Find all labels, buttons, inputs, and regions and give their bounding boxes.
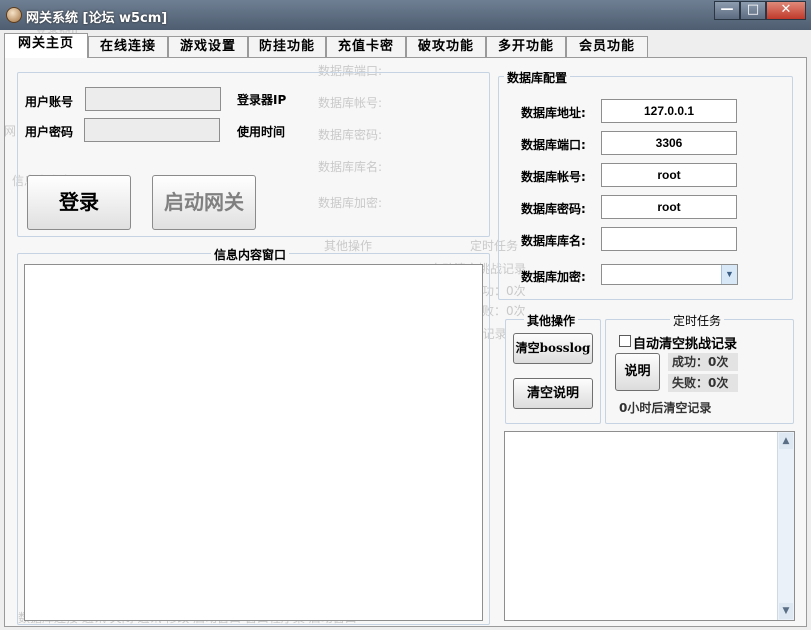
window-title: 网关系统 [论坛 w5cm] — [26, 11, 168, 26]
info-textarea[interactable] — [24, 264, 483, 621]
db-account-label: 数据库帐号: — [521, 170, 586, 184]
db-encrypt-label: 数据库加密: — [521, 270, 586, 284]
explain-button[interactable]: 说明 — [615, 353, 660, 391]
tab-recharge-cards[interactable]: 充值卡密 — [326, 36, 406, 57]
scroll-up-icon[interactable]: ▲ — [779, 433, 793, 449]
db-account-input[interactable]: root — [601, 163, 737, 187]
db-encrypt-select[interactable]: ▼ — [601, 264, 738, 285]
clear-bosslog-button[interactable]: 清空bosslog — [513, 333, 593, 364]
db-config-title: 数据库配置 — [504, 69, 571, 86]
login-ip-label: 登录器IP — [237, 93, 287, 107]
maximize-button[interactable]: □ — [740, 1, 766, 20]
use-time-label: 使用时间 — [237, 125, 286, 139]
db-name-label: 数据库库名: — [521, 234, 586, 248]
info-window-title: 信息内容窗口 — [211, 246, 290, 263]
clear-description-button[interactable]: 清空说明 — [513, 378, 593, 409]
tab-multi-open[interactable]: 多开功能 — [486, 36, 566, 57]
db-name-input[interactable] — [601, 227, 737, 251]
close-button[interactable]: ✕ — [766, 1, 806, 20]
db-address-input[interactable]: 127.0.0.1 — [601, 99, 737, 123]
tab-online-connections[interactable]: 在线连接 — [88, 36, 168, 57]
tab-anti-cheat[interactable]: 防挂功能 — [248, 36, 326, 57]
tab-membership[interactable]: 会员功能 — [566, 36, 648, 57]
start-gateway-button[interactable]: 启动网关 — [152, 175, 256, 230]
tab-gateway-home[interactable]: 网关主页 — [4, 33, 88, 58]
db-port-label: 数据库端口: — [521, 138, 586, 152]
account-input[interactable] — [85, 87, 221, 111]
success-count: 成功：0次 — [668, 353, 738, 371]
app-icon — [6, 7, 22, 23]
log-scrollbar[interactable]: ▲ ▼ — [777, 432, 794, 620]
auto-clear-checkbox[interactable] — [619, 335, 631, 347]
tab-attack-functions[interactable]: 破攻功能 — [406, 36, 486, 57]
db-port-input[interactable]: 3306 — [601, 131, 737, 155]
password-input[interactable] — [84, 118, 220, 142]
password-label: 用户密码 — [25, 125, 74, 139]
db-address-label: 数据库地址: — [521, 106, 586, 120]
log-textarea[interactable]: ▲ ▼ — [504, 431, 795, 621]
auto-clear-label[interactable]: 自动清空挑战记录 — [633, 333, 737, 352]
other-ops-title: 其他操作 — [524, 312, 579, 329]
failure-count: 失败：0次 — [668, 374, 738, 392]
db-password-input[interactable]: root — [601, 195, 737, 219]
tab-game-settings[interactable]: 游戏设置 — [168, 36, 248, 57]
minimize-button[interactable]: — — [714, 1, 740, 20]
title-bar: 网关系统 [论坛 w5cm] — □ ✕ — [0, 0, 811, 30]
account-label: 用户账号 — [25, 95, 74, 109]
login-button[interactable]: 登录 — [27, 175, 131, 230]
scroll-down-icon[interactable]: ▼ — [779, 603, 793, 619]
schedule-text: 0小时后清空记录 — [619, 401, 712, 415]
scheduled-task-title: 定时任务 — [670, 312, 725, 329]
db-password-label: 数据库密码: — [521, 202, 586, 216]
chevron-down-icon[interactable]: ▼ — [721, 265, 737, 284]
